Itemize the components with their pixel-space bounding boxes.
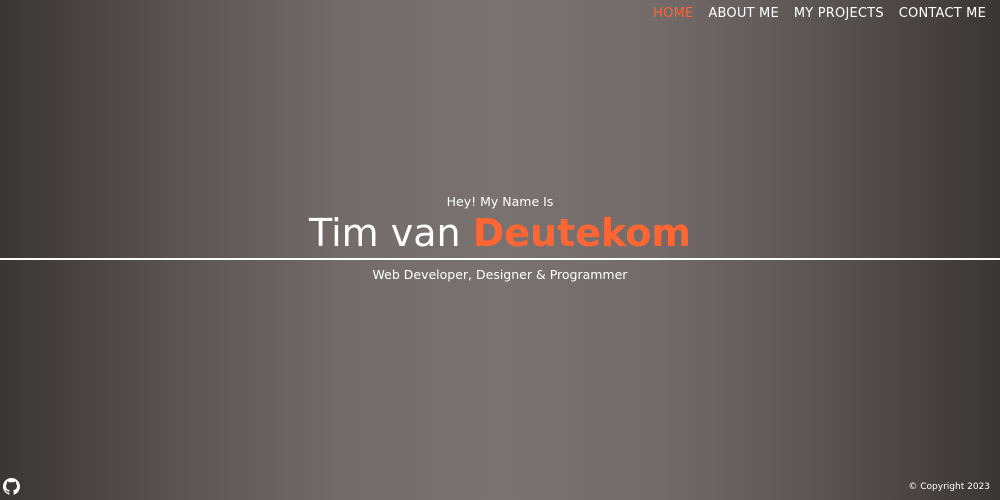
github-icon[interactable] [3, 478, 20, 495]
hero-name: Tim van Deutekom [0, 211, 1000, 255]
hero-first-name: Tim van [309, 211, 461, 255]
hero-section: Hey! My Name Is Tim van Deutekom [0, 193, 1000, 255]
hero-divider [0, 258, 1000, 260]
copyright-text: © Copyright 2023 [908, 482, 990, 492]
main-nav: HOME ABOUT ME MY PROJECTS CONTACT ME [653, 6, 986, 21]
hero-tagline: Web Developer, Designer & Programmer [372, 267, 628, 282]
nav-about-link[interactable]: ABOUT ME [708, 6, 778, 21]
nav-home-link[interactable]: HOME [653, 6, 693, 21]
nav-contact-link[interactable]: CONTACT ME [899, 6, 986, 21]
hero-greeting: Hey! My Name Is [446, 194, 554, 209]
nav-projects-link[interactable]: MY PROJECTS [794, 6, 884, 21]
hero-last-name: Deutekom [472, 211, 691, 255]
